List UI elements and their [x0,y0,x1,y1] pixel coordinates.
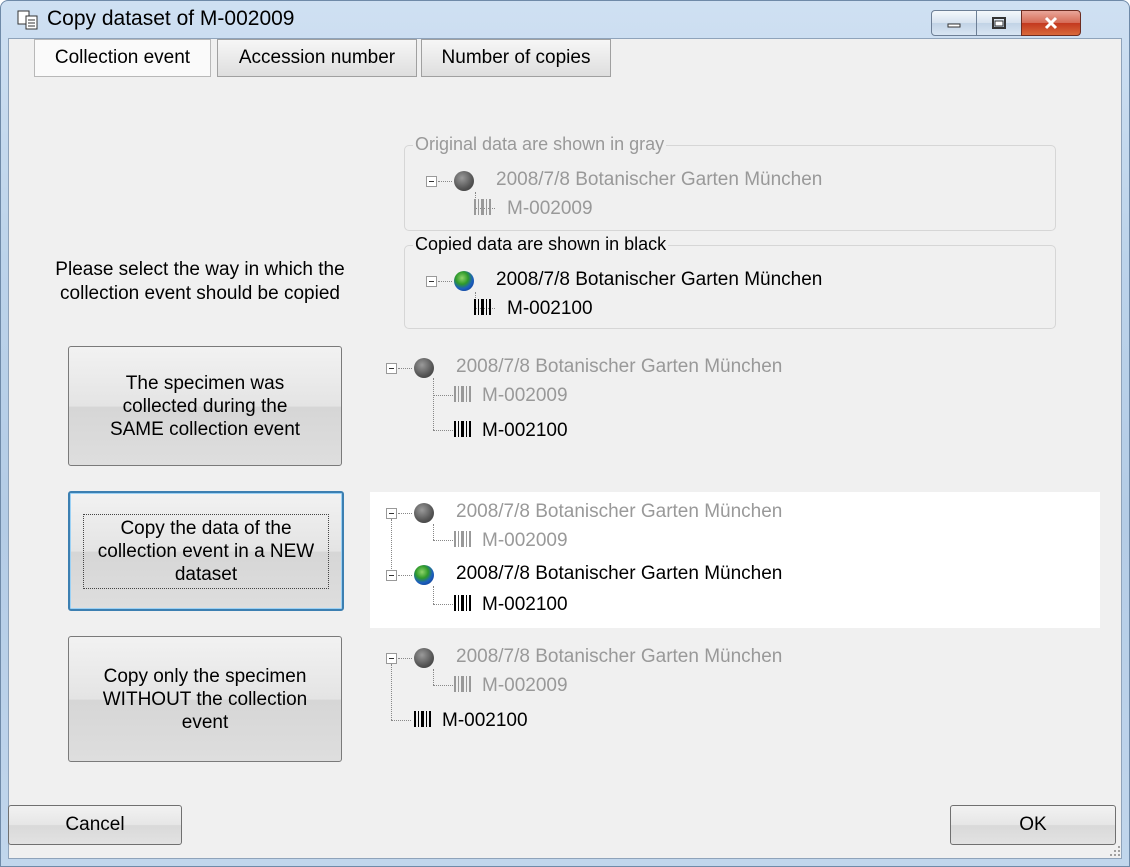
copied-event-label: 2008/7/8 Botanischer Garten München [496,269,823,290]
maximize-button[interactable] [976,10,1022,36]
new-specimen-label: M-002100 [482,594,568,615]
ok-button[interactable]: OK [950,805,1116,845]
tab-accession-number[interactable]: Accession number [217,39,417,77]
collapse-icon[interactable] [386,363,397,374]
barcode-icon [474,199,491,215]
tree-line [433,395,453,396]
tree-line [433,378,434,430]
new-dataset-button-label: Copy the data of the collection event in… [83,513,329,589]
new-specimen-label: M-002100 [442,710,528,731]
copy-icon [17,10,38,30]
tree-line [438,281,452,282]
tree-line [433,540,453,541]
globe-icon [414,565,434,585]
barcode-icon [454,676,471,692]
instruction-text: Please select the way in which the colle… [55,259,345,304]
tree-line [433,430,453,431]
same-event-button[interactable]: The specimen was collected during the SA… [68,346,342,466]
collapse-icon[interactable] [386,653,397,664]
tree-line [398,658,412,659]
close-icon [1022,11,1080,35]
tree-line [398,368,412,369]
new-event-label: 2008/7/8 Botanischer Garten München [456,563,783,584]
globe-icon [414,648,434,668]
tree-line [391,664,392,720]
maximize-icon [977,11,1021,35]
window-title: Copy dataset of M-002009 [47,7,295,30]
globe-icon [414,503,434,523]
new-specimen-label: M-002100 [482,420,568,441]
tree-line [433,604,453,605]
original-legend: Original data are shown in gray [413,134,667,155]
without-event-button-label: Copy only the specimen WITHOUT the colle… [102,665,308,733]
tree-line [398,575,412,576]
tree-line [438,181,452,182]
tree-line [398,513,412,514]
globe-icon [414,358,434,378]
barcode-icon [454,421,471,437]
event-label: 2008/7/8 Botanischer Garten München [456,646,783,667]
collapse-icon[interactable] [386,570,397,581]
collapse-icon[interactable] [426,276,437,287]
barcode-icon [454,531,471,547]
tree-line [391,720,411,721]
tree-line [433,685,453,686]
barcode-icon [454,386,471,402]
barcode-icon [454,595,471,611]
globe-icon [454,271,474,291]
barcode-icon [414,711,431,727]
resize-grip-icon[interactable] [1108,844,1122,858]
collapse-icon[interactable] [426,176,437,187]
same-event-button-label: The specimen was collected during the SA… [109,372,301,440]
collapse-icon[interactable] [386,508,397,519]
close-button[interactable] [1021,10,1081,36]
tree-line [433,586,434,604]
tree-line [433,669,434,685]
new-dataset-button[interactable]: Copy the data of the collection event in… [68,491,344,611]
minimize-button[interactable] [931,10,977,36]
title-bar: Copy dataset of M-002009 [1,1,1129,39]
original-specimen-label: M-002009 [482,675,568,696]
original-specimen-label: M-002009 [507,198,593,219]
tree-line [433,524,434,540]
event-label: 2008/7/8 Botanischer Garten München [456,501,783,522]
barcode-icon [474,299,491,315]
minimize-icon [932,11,976,35]
globe-icon [454,171,474,191]
copied-legend: Copied data are shown in black [413,234,669,255]
original-specimen-label: M-002009 [482,530,568,551]
event-label: 2008/7/8 Botanischer Garten München [456,356,783,377]
tab-number-of-copies[interactable]: Number of copies [421,39,611,77]
tree-line [391,519,392,575]
original-event-label: 2008/7/8 Botanischer Garten München [496,169,823,190]
copied-specimen-label: M-002100 [507,298,593,319]
original-specimen-label: M-002009 [482,385,568,406]
without-event-button[interactable]: Copy only the specimen WITHOUT the colle… [68,636,342,762]
tab-collection-event[interactable]: Collection event [34,39,211,77]
cancel-button[interactable]: Cancel [8,805,182,845]
